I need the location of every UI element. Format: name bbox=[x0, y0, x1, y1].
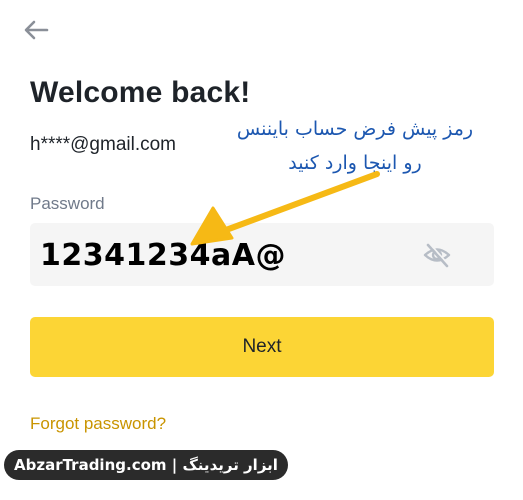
forgot-password-link[interactable]: Forgot password? bbox=[30, 414, 166, 434]
password-input[interactable]: 12341234aA@ bbox=[30, 223, 494, 286]
page-title: Welcome back! bbox=[30, 76, 251, 109]
annotation-line-2: رو اینجا وارد کنید bbox=[288, 152, 422, 174]
password-label: Password bbox=[30, 194, 105, 213]
watermark-badge: AbzarTrading.com | ابزار تریدینگ bbox=[4, 450, 288, 480]
arrow-left-icon bbox=[24, 20, 49, 40]
login-screen: Welcome back! h****@gmail.com رمز پیش فر… bbox=[0, 0, 523, 500]
annotation-line-1: رمز پیش فرض حساب بایننس bbox=[236, 118, 474, 140]
account-email: h****@gmail.com bbox=[30, 134, 177, 155]
password-visibility-toggle[interactable] bbox=[422, 240, 452, 270]
annotation-text: رمز پیش فرض حساب بایننس رو اینجا وارد کن… bbox=[200, 112, 510, 180]
next-button[interactable]: Next bbox=[30, 317, 494, 377]
eye-off-icon bbox=[423, 243, 451, 268]
back-button[interactable] bbox=[20, 16, 52, 44]
password-value[interactable]: 12341234aA@ bbox=[40, 238, 286, 273]
